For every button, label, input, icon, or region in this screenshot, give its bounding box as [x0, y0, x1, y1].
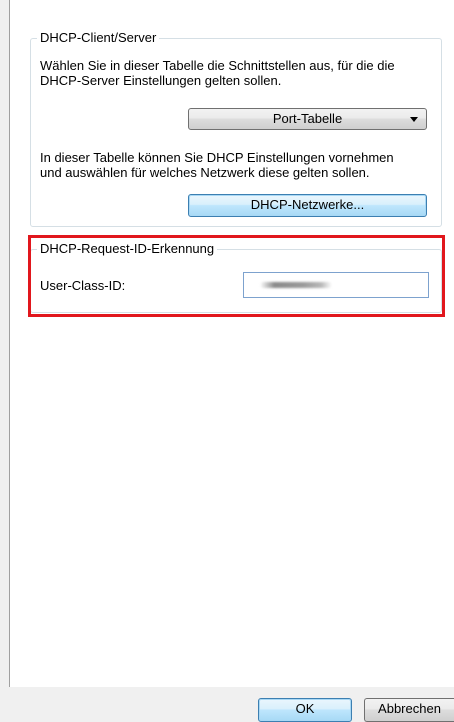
networks-description: In dieser Tabelle können Sie DHCP Einste… [40, 150, 436, 180]
chevron-down-icon [410, 117, 418, 122]
dialog-button-bar: OK Abbrechen [0, 687, 454, 722]
ok-button[interactable]: OK [258, 698, 352, 722]
cancel-button[interactable]: Abbrechen [364, 698, 454, 722]
dhcp-networks-button[interactable]: DHCP-Netzwerke... [188, 194, 427, 217]
dhcp-client-server-group: DHCP-Client/Server Wählen Sie in dieser … [30, 30, 442, 227]
networks-description-line2: und auswählen für welches Netzwerk diese… [40, 165, 370, 180]
dhcp-networks-button-label: DHCP-Netzwerke... [250, 197, 365, 212]
cancel-button-label: Abbrechen [378, 701, 441, 716]
port-table-description-line2: DHCP-Server Einstellungen gelten sollen. [40, 73, 282, 88]
port-table-dropdown[interactable]: Port-Tabelle [188, 108, 427, 130]
port-table-description-line1: Wählen Sie in dieser Tabelle die Schnitt… [40, 58, 395, 73]
networks-description-line1: In dieser Tabelle können Sie DHCP Einste… [40, 150, 394, 165]
dhcp-client-server-legend: DHCP-Client/Server [37, 30, 160, 46]
dialog-panel: DHCP-Client/Server Wählen Sie in dieser … [9, 0, 454, 687]
port-table-description: Wählen Sie in dieser Tabelle die Schnitt… [40, 58, 436, 88]
ok-button-label: OK [295, 701, 315, 716]
port-table-dropdown-label: Port-Tabelle [272, 111, 343, 126]
highlight-frame [28, 235, 445, 317]
